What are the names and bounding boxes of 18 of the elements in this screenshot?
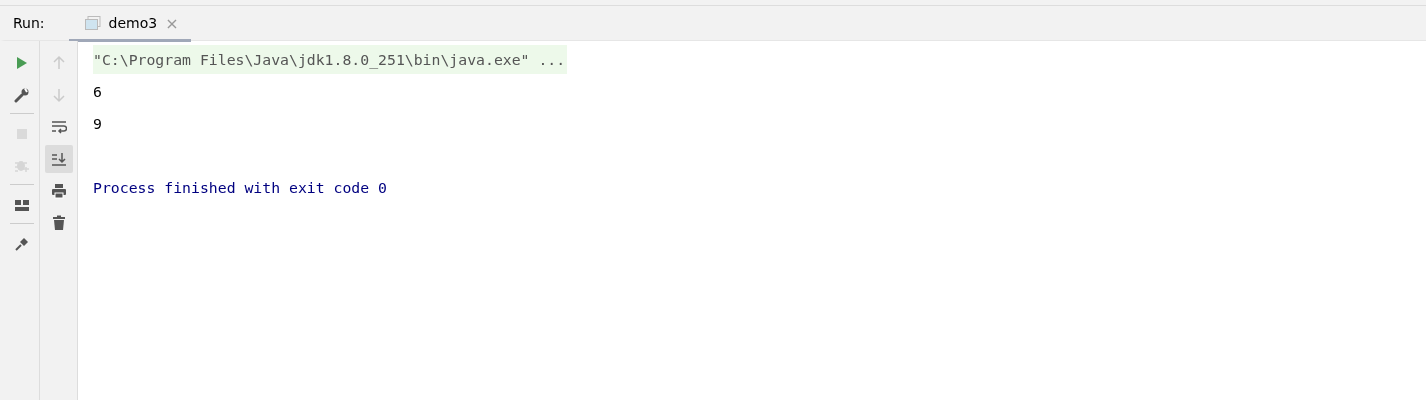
window-icon [84, 16, 101, 30]
bug-icon [14, 158, 30, 174]
panel-title: Run: [12, 15, 46, 31]
scroll-end-icon [50, 151, 67, 167]
console-line: Process finished with exit code 0 [93, 177, 388, 198]
wrap-icon [50, 119, 67, 135]
printer-icon [50, 183, 67, 199]
layout-icon [14, 197, 30, 213]
pin-icon [14, 236, 30, 252]
run-tab[interactable]: demo3 × [68, 7, 191, 42]
toolbar-button[interactable] [44, 145, 73, 173]
trash-icon [50, 215, 67, 231]
console-line: 9 [93, 113, 103, 134]
down-arrow-icon [50, 87, 67, 103]
stop-icon [14, 126, 30, 142]
tab-label: demo3 [108, 15, 158, 31]
wrench-icon [14, 87, 30, 103]
console-line: 6 [93, 81, 103, 102]
